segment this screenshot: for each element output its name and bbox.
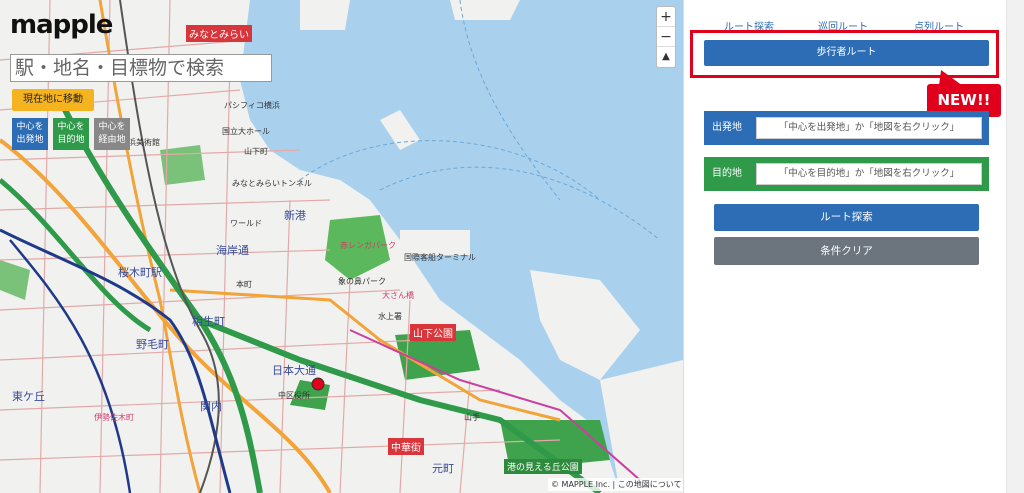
compass-icon[interactable]: ▲ [657, 47, 675, 67]
clear-conditions-button[interactable]: 条件クリア [714, 237, 979, 265]
pedestrian-route-button[interactable]: 歩行者ルート [704, 40, 989, 66]
map-label-aioi: 相生町 [192, 315, 225, 328]
map-label-noge: 野毛町 [136, 338, 169, 351]
map-label-minatomirai-tunnel: みなとみらいトンネル [232, 179, 312, 188]
map-label-minatomirai: みなとみらい [186, 25, 252, 42]
map-label-pacifico: パシフィコ横浜 [224, 101, 280, 110]
map-view[interactable]: みなとみらい パシフィコ横浜 国立大ホール みなとみらいトンネル 新港 海岸通 … [0, 0, 683, 493]
map-label-naka-office: 中区役所 [278, 391, 310, 400]
panel-scrollbar[interactable] [1006, 0, 1024, 493]
set-destination-label: 中心を 目的地 [57, 122, 85, 145]
map-label-sakuragi: 桜木町駅 [118, 266, 162, 279]
origin-field-row: 出発地 「中心を出発地」か「地図を右クリック」 [704, 111, 989, 145]
map-copyright[interactable]: © MAPPLE Inc. | この地図について [548, 478, 683, 491]
map-label-osanbashi: 大さん橋 [382, 291, 414, 300]
set-start-label: 中心を 出発地 [16, 122, 44, 145]
map-label-kokusai-terminal: 国際客船ターミナル [404, 253, 476, 262]
zoom-out-button[interactable]: − [657, 27, 675, 47]
destination-label: 目的地 [712, 168, 742, 179]
map-label-kaigan-dori: 海岸通 [216, 244, 249, 257]
route-tabs: ルート探索 巡回ルート 点列ルート [700, 18, 995, 33]
map-label-zou-no-hana: 象の鼻パーク [338, 277, 386, 286]
map-label-chuka: 中華街 [388, 438, 424, 455]
locate-me-button[interactable]: 現在地に移動 [12, 89, 94, 111]
destination-field-row: 目的地 「中心を目的地」か「地図を右クリック」 [704, 157, 989, 191]
mapple-logo[interactable]: mapple [10, 10, 113, 40]
map-label-hikawa: 水上署 [378, 312, 402, 321]
set-center-as-start-button[interactable]: 中心を 出発地 [12, 118, 48, 150]
set-center-as-destination-button[interactable]: 中心を 目的地 [53, 118, 89, 150]
map-label-higashigaoka: 東ケ丘 [12, 390, 45, 403]
map-label-motomachi: 元町 [432, 462, 454, 475]
origin-label: 出発地 [712, 122, 742, 133]
map-search-input[interactable]: 駅・地名・目標物で検索 [10, 54, 272, 82]
origin-input[interactable]: 「中心を出発地」か「地図を右クリック」 [756, 117, 982, 139]
map-label-shinko: 新港 [284, 209, 306, 222]
map-label-kokusai-hall: 国立大ホール [222, 127, 270, 136]
map-label-yamashita-park: 山下公園 [410, 324, 456, 341]
map-label-kannai: 関内 [200, 400, 222, 413]
map-label-isezaki: 伊勢佐木町 [94, 413, 134, 422]
destination-input[interactable]: 「中心を目的地」か「地図を右クリック」 [756, 163, 982, 185]
set-via-label: 中心を 経由地 [98, 122, 126, 145]
zoom-in-button[interactable]: + [657, 7, 675, 27]
map-label-honcho: 本町 [236, 280, 252, 289]
map-label-world-porters: ワールド [230, 219, 262, 228]
map-label-port-view-park: 港の見える丘公園 [504, 459, 582, 474]
set-center-as-via-button[interactable]: 中心を 経由地 [94, 118, 130, 150]
zoom-control: + − ▲ [656, 6, 676, 68]
map-label-yamashita: 山下町 [244, 147, 268, 156]
map-label-nihon-odori: 日本大通 [272, 364, 316, 377]
map-label-yamate: 山手 [464, 413, 480, 422]
map-label-akarenga: 赤レンガパーク [340, 241, 396, 250]
app-root: みなとみらい パシフィコ横浜 国立大ホール みなとみらいトンネル 新港 海岸通 … [0, 0, 1024, 493]
search-route-button[interactable]: ルート探索 [714, 204, 979, 231]
